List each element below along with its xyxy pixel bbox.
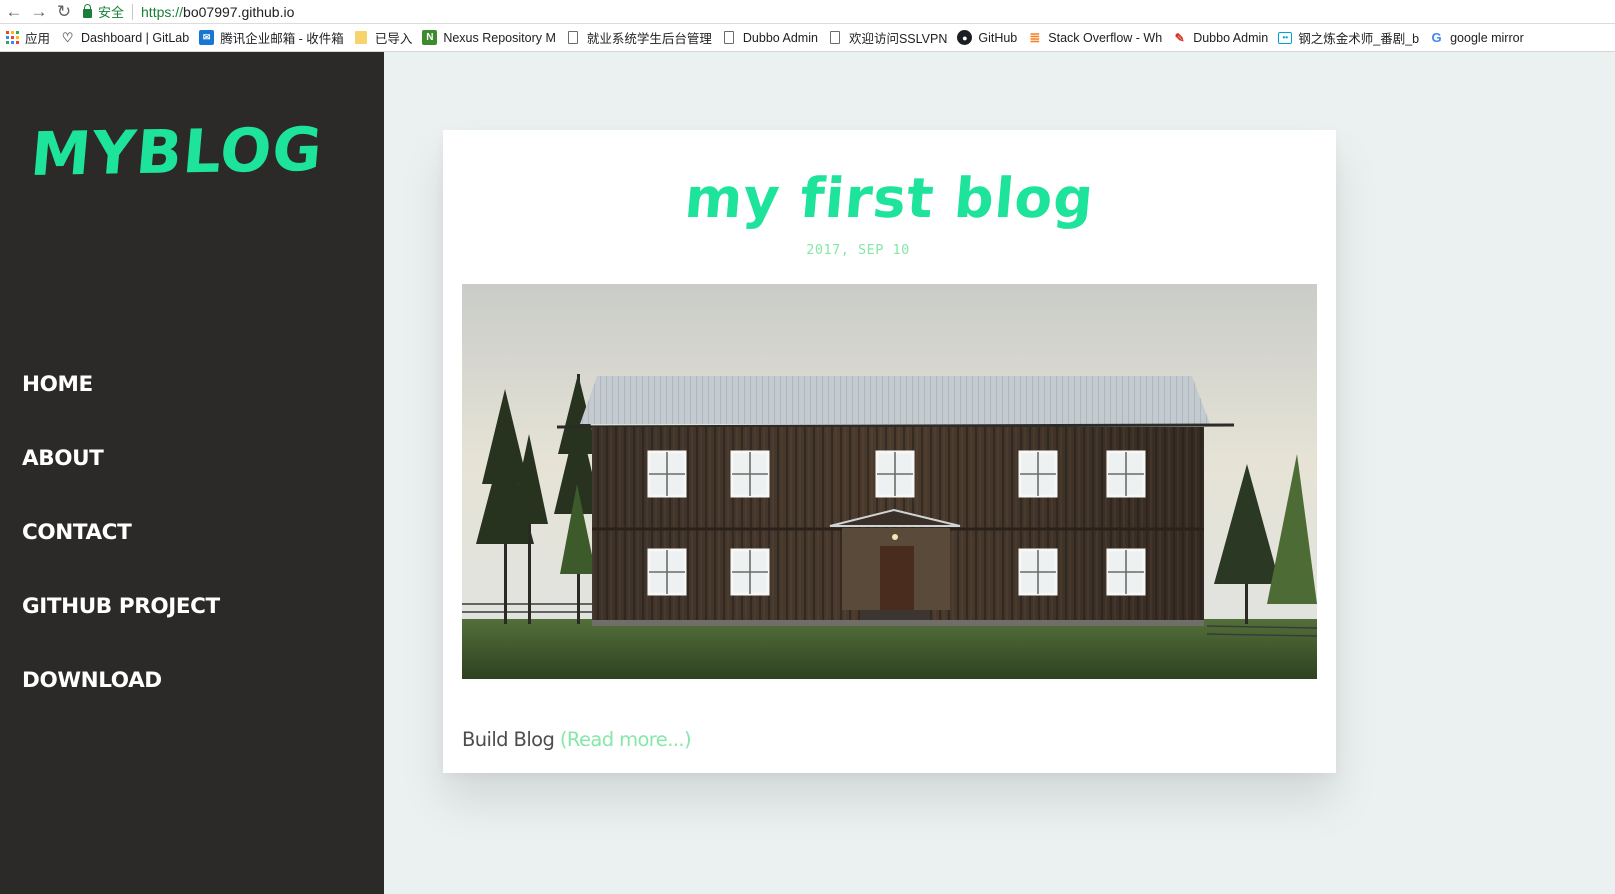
- bookmark-google-mirror[interactable]: G google mirror: [1429, 30, 1524, 45]
- bookmark-label: Stack Overflow - Wh: [1048, 30, 1163, 45]
- bookmark-stackoverflow[interactable]: ≣ Stack Overflow - Wh: [1027, 30, 1162, 45]
- omnibox-divider: [132, 3, 134, 20]
- bookmark-label: Dubbo Admin: [742, 30, 818, 45]
- bookmark-label: 钢之炼金术师_番剧_b: [1298, 32, 1420, 46]
- dubbo-icon: ✎: [1174, 30, 1185, 45]
- secure-label: 安全: [98, 5, 125, 20]
- nexus-icon: N: [422, 30, 438, 45]
- gitlab-icon: ♡: [61, 29, 74, 45]
- sidebar: MYBLOG HOME ABOUT CONTACT GITHUB PROJECT…: [0, 52, 384, 894]
- bookmark-sslvpn[interactable]: 欢迎访问SSLVPN: [828, 28, 947, 47]
- back-arrow-icon[interactable]: ←: [3, 1, 25, 23]
- bookmark-apps[interactable]: 应用: [6, 28, 50, 47]
- bookmark-student-system[interactable]: 就业系统学生后台管理: [566, 28, 712, 47]
- address-bar[interactable]: 安全 https://bo07997.github.io: [81, 2, 294, 22]
- bookmark-github[interactable]: ● GitHub: [957, 30, 1017, 45]
- url-scheme: https://: [141, 3, 184, 20]
- url-text[interactable]: https://bo07997.github.io: [141, 4, 294, 20]
- github-icon: ●: [957, 30, 973, 45]
- bookmark-imported-folder[interactable]: 已导入: [354, 28, 413, 47]
- reload-icon[interactable]: ↻: [53, 1, 75, 23]
- bookmark-label: 腾讯企业邮箱 - 收件箱: [220, 32, 344, 46]
- nav-item-github-project[interactable]: GITHUB PROJECT: [22, 589, 220, 663]
- lock-icon: [83, 3, 92, 18]
- bookmark-bilibili[interactable]: •• 钢之炼金术师_番剧_b: [1278, 28, 1419, 47]
- page-icon: [566, 30, 581, 45]
- folder-icon: [354, 30, 369, 45]
- browser-toolbar: ← → ↻ 安全 https://bo07997.github.io: [0, 0, 1615, 24]
- door: [880, 546, 914, 610]
- bookmark-label: Nexus Repository M: [443, 30, 556, 45]
- stackoverflow-icon: ≣: [1029, 29, 1041, 45]
- page-icon: [722, 30, 737, 45]
- bookmark-label: 已导入: [374, 32, 413, 46]
- post-card: my first blog 2017, SEP 10 Build Blog (R…: [443, 130, 1336, 773]
- nav-item-home[interactable]: HOME: [22, 367, 220, 441]
- nav-item-contact[interactable]: CONTACT: [22, 515, 220, 589]
- bookmark-label: google mirror: [1450, 30, 1524, 45]
- post-title[interactable]: my first blog: [440, 166, 1339, 230]
- post-date: 2017, SEP 10: [806, 242, 910, 258]
- bookmark-nexus[interactable]: N Nexus Repository M: [422, 30, 556, 45]
- excerpt-text: Build Blog: [462, 727, 555, 751]
- bookmark-gitlab[interactable]: ♡ Dashboard | GitLab: [60, 29, 190, 45]
- bookmark-dubbo-admin-2[interactable]: ✎ Dubbo Admin: [1172, 30, 1269, 45]
- page-icon: [828, 30, 843, 45]
- bookmark-label: 就业系统学生后台管理: [586, 32, 712, 46]
- bookmark-dubbo-admin[interactable]: Dubbo Admin: [722, 30, 818, 45]
- bookmark-label: Dubbo Admin: [1193, 30, 1269, 45]
- bookmark-label: GitHub: [978, 30, 1018, 45]
- grass: [462, 619, 1317, 679]
- nav-item-download[interactable]: DOWNLOAD: [22, 663, 220, 737]
- site-logo[interactable]: MYBLOG: [28, 115, 326, 190]
- read-more-link[interactable]: (Read more...): [560, 728, 692, 751]
- bookmark-tencent-mail[interactable]: ✉ 腾讯企业邮箱 - 收件箱: [199, 28, 344, 47]
- nav-item-about[interactable]: ABOUT: [22, 441, 220, 515]
- post-excerpt: Build Blog (Read more...): [462, 727, 692, 751]
- post-cover-image[interactable]: [462, 284, 1317, 679]
- bookmark-label: 应用: [25, 32, 51, 46]
- bookmarks-bar: 应用 ♡ Dashboard | GitLab ✉ 腾讯企业邮箱 - 收件箱 已…: [0, 24, 1615, 52]
- tencent-mail-icon: ✉: [199, 30, 215, 45]
- bilibili-icon: ••: [1278, 31, 1293, 44]
- url-host: bo07997.github.io: [183, 3, 295, 20]
- sidebar-nav: HOME ABOUT CONTACT GITHUB PROJECT DOWNLO…: [22, 367, 220, 737]
- bookmark-label: 欢迎访问SSLVPN: [848, 32, 948, 46]
- google-icon: G: [1431, 30, 1442, 45]
- forward-arrow-icon[interactable]: →: [28, 1, 50, 23]
- apps-grid-icon: [6, 31, 19, 44]
- bookmark-label: Dashboard | GitLab: [81, 30, 190, 45]
